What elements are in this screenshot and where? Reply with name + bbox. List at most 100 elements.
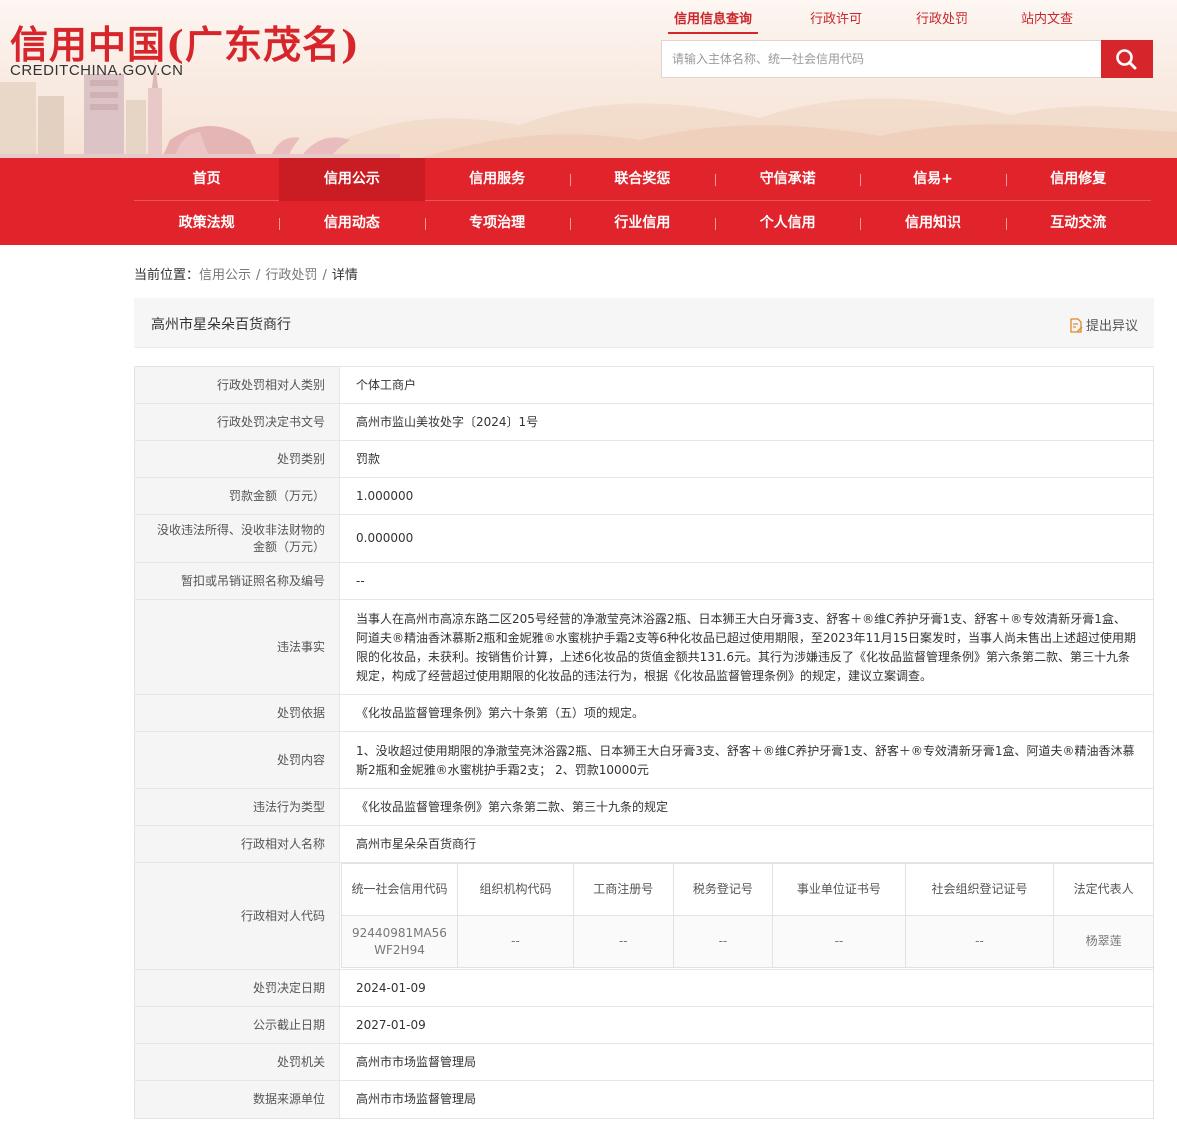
field-label: 行政处罚决定书文号 [135,404,340,440]
site-logo[interactable]: 信用中国(广东茂名) [10,14,360,69]
field-value: 罚款 [356,451,381,466]
nav-interaction[interactable]: 互动交流 [1005,202,1151,245]
nav-xinyi-plus[interactable]: 信易+ [860,158,1005,201]
nav-row-1: 首页 信用公示 信用服务 联合奖惩 守信承诺 信易+ 信用修复 [134,158,1151,201]
nav-credit-knowledge[interactable]: 信用知识 [860,202,1005,245]
toplink-admin-license[interactable]: 行政许可 [810,8,862,27]
entity-code-value: -- [904,915,1055,968]
field-label: 暂扣或吊销证照名称及编号 [135,563,340,599]
entity-code-header-row: 统一社会信用代码 组织机构代码 工商注册号 税务登记号 事业单位证书号 社会组织… [341,863,1154,916]
field-label: 处罚机关 [135,1044,340,1080]
detail-row: 没收违法所得、没收非法财物的金额（万元） 0.000000 [135,515,1153,563]
breadcrumb-credit-publicity[interactable]: 信用公示 [199,268,251,283]
field-label: 处罚类别 [135,441,340,477]
detail-row: 行政处罚相对人类别 个体工商户 [135,367,1153,404]
breadcrumb-prefix: 当前位置： [134,268,200,283]
entity-code-value: -- [573,915,674,968]
detail-row: 数据来源单位 高州市市场监督管理局 [135,1081,1153,1118]
entity-code-header: 组织机构代码 [457,863,574,916]
raise-objection-label: 提出异议 [1085,319,1138,334]
field-value: 1.000000 [356,488,414,503]
detail-row: 暂扣或吊销证照名称及编号 -- [135,563,1153,600]
entity-code-value: 92440981MA56WF2H94 [341,915,458,968]
nav-personal-credit[interactable]: 个人信用 [715,202,860,245]
field-value: 高州市市场监督管理局 [356,1092,477,1106]
breadcrumb: 当前位置：信用公示 / 行政处罚 / 详情 [134,264,358,283]
field-value: 2024-01-09 [356,980,426,995]
entity-code-header: 工商注册号 [573,863,674,916]
field-label: 违法行为类型 [135,789,340,825]
nav-credit-repair[interactable]: 信用修复 [1005,158,1151,201]
nav-row-2: 政策法规 信用动态 专项治理 行业信用 个人信用 信用知识 互动交流 [134,202,1151,245]
record-title-bar: 高州市星朵朵百货商行 提出异议 [134,298,1154,348]
toplink-credit-query[interactable]: 信用信息查询 [667,8,759,34]
entity-code-value: -- [457,915,574,968]
detail-row: 行政处罚决定书文号 高州市监山美妆处字〔2024〕1号 [135,404,1153,441]
detail-row: 罚款金额（万元） 1.000000 [135,478,1153,515]
field-label: 数据来源单位 [135,1081,340,1118]
breadcrumb-current: 详情 [331,268,358,283]
field-value: 2027-01-09 [356,1017,426,1032]
entity-code-header: 统一社会信用代码 [341,863,458,916]
field-label: 罚款金额（万元） [135,478,340,514]
field-label: 没收违法所得、没收非法财物的金额（万元） [135,515,340,562]
detail-row: 处罚内容 1、没收超过使用期限的净澈莹亮沐浴露2瓶、日本狮王大白牙膏3支、舒客＋… [135,732,1153,789]
entity-code-table: 统一社会信用代码 组织机构代码 工商注册号 税务登记号 事业单位证书号 社会组织… [341,863,1154,968]
nav-trust-commitment[interactable]: 守信承诺 [715,158,860,201]
nav-credit-news[interactable]: 信用动态 [279,202,424,245]
field-label: 行政相对人名称 [135,826,340,862]
top-links: 信用信息查询 行政许可 行政处罚 站内文查 [650,8,1110,34]
main-nav: 首页 信用公示 信用服务 联合奖惩 守信承诺 信易+ 信用修复 政策法规 信用动… [0,158,1177,245]
edit-document-icon [1070,318,1083,333]
entity-code-value: 杨翠莲 [1053,915,1154,968]
field-label: 行政相对人代码 [135,863,340,969]
detail-row: 处罚决定日期 2024-01-09 [135,970,1153,1007]
field-value: 0.000000 [356,531,414,545]
toplink-site-search[interactable]: 站内文查 [1021,8,1073,27]
entity-code-value: -- [772,915,906,968]
field-label: 公示截止日期 [135,1007,340,1043]
field-label: 违法事实 [135,600,340,694]
field-value: 统一社会信用代码 组织机构代码 工商注册号 税务登记号 事业单位证书号 社会组织… [340,863,1154,969]
field-value: 《化妆品监督管理条例》第六十条第（五）项的规定。 [356,705,645,720]
field-value: 高州市星朵朵百货商行 [356,836,477,851]
search-button[interactable] [1101,40,1153,78]
raise-objection-button[interactable]: 提出异议 [1069,315,1138,334]
field-label: 处罚决定日期 [135,970,340,1006]
nav-credit-service[interactable]: 信用服务 [425,158,570,201]
field-value: 个体工商户 [356,377,417,392]
breadcrumb-separator: / [256,268,261,283]
entity-code-header: 事业单位证书号 [772,863,906,916]
entity-code-header: 法定代表人 [1053,863,1154,916]
nav-policy-regulations[interactable]: 政策法规 [134,202,279,245]
site-domain: CREDITCHINA.GOV.CN [10,62,184,79]
nav-special-governance[interactable]: 专项治理 [424,202,570,245]
field-value: 《化妆品监督管理条例》第六条第二款、第三十九条的规定 [356,799,669,814]
search-box [661,40,1153,78]
search-icon [1116,49,1137,70]
detail-row: 处罚机关 高州市市场监督管理局 [135,1044,1153,1081]
search-input[interactable] [662,41,1102,77]
detail-row: 公示截止日期 2027-01-09 [135,1007,1153,1044]
toplink-admin-penalty[interactable]: 行政处罚 [916,8,968,27]
breadcrumb-admin-penalty[interactable]: 行政处罚 [265,268,317,283]
field-value: 当事人在高州市高凉东路二区205号经营的净澈莹亮沐浴露2瓶、日本狮王大白牙膏3支… [356,612,1136,683]
field-label: 行政处罚相对人类别 [135,367,340,403]
nav-industry-credit[interactable]: 行业信用 [569,202,715,245]
nav-credit-publicity[interactable]: 信用公示 [279,158,425,201]
page-title: 高州市星朵朵百货商行 [151,317,291,333]
entity-code-value: -- [672,915,774,968]
nav-home[interactable]: 首页 [134,158,279,201]
entity-code-header: 税务登记号 [672,863,774,916]
entity-code-value-row: 92440981MA56WF2H94 -- -- -- -- -- 杨翠莲 [341,915,1154,968]
detail-row: 处罚类别 罚款 [135,441,1153,478]
detail-row: 处罚依据 《化妆品监督管理条例》第六十条第（五）项的规定。 [135,695,1153,732]
detail-row: 行政相对人名称 高州市星朵朵百货商行 [135,826,1153,863]
nav-joint-rewards-punishments[interactable]: 联合奖惩 [569,158,715,201]
site-header: 信用中国(广东茂名) CREDITCHINA.GOV.CN 信用信息查询 行政许… [0,0,1177,158]
breadcrumb-separator: / [322,268,327,283]
field-label: 处罚内容 [135,732,340,788]
entity-code-header: 社会组织登记证号 [904,863,1055,916]
field-value: -- [356,573,365,588]
field-value: 1、没收超过使用期限的净澈莹亮沐浴露2瓶、日本狮王大白牙膏3支、舒客＋®维C养护… [356,744,1135,777]
